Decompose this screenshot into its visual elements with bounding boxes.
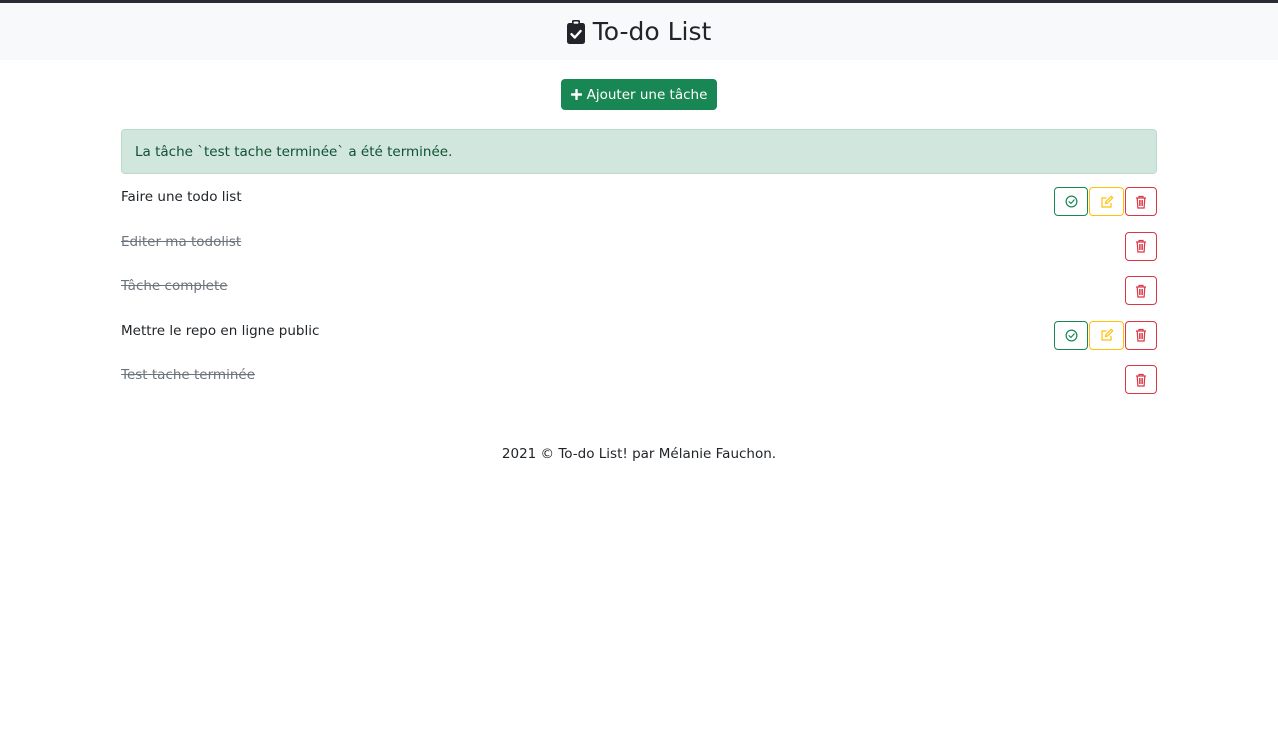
trash-icon bbox=[1135, 328, 1147, 342]
task-label: Test tache terminée bbox=[121, 367, 255, 384]
delete-task-button[interactable] bbox=[1125, 231, 1157, 261]
page-header: To-do List bbox=[0, 3, 1278, 60]
task-actions bbox=[1054, 187, 1157, 216]
delete-task-button[interactable] bbox=[1125, 365, 1157, 395]
edit-task-button[interactable] bbox=[1089, 320, 1124, 350]
pencil-square-icon bbox=[1100, 328, 1114, 342]
check-circle-icon bbox=[1064, 329, 1078, 342]
delete-task-button[interactable] bbox=[1125, 276, 1157, 306]
complete-task-button[interactable] bbox=[1054, 320, 1088, 350]
trash-icon bbox=[1135, 284, 1147, 298]
plus-icon bbox=[570, 89, 582, 100]
add-task-row: Ajouter une tâche bbox=[121, 79, 1157, 110]
clipboard-check-icon bbox=[566, 20, 585, 44]
trash-icon bbox=[1135, 373, 1147, 387]
delete-task-button[interactable] bbox=[1125, 187, 1157, 216]
task-label: Faire une todo list bbox=[121, 189, 242, 205]
task-item: Mettre le repo en ligne public bbox=[121, 320, 1157, 366]
main-content: Ajouter une tâche La tâche `test tache t… bbox=[121, 79, 1157, 462]
pencil-square-icon bbox=[1100, 195, 1114, 209]
add-task-button[interactable]: Ajouter une tâche bbox=[560, 79, 718, 110]
complete-task-button[interactable] bbox=[1054, 187, 1088, 216]
task-actions bbox=[1054, 320, 1157, 350]
task-item: Test tache terminée bbox=[121, 365, 1157, 410]
task-actions bbox=[1125, 231, 1157, 261]
task-label: Tâche complete bbox=[121, 278, 228, 295]
task-item: Tâche complete bbox=[121, 276, 1157, 321]
task-item: Faire une todo list bbox=[121, 187, 1157, 232]
task-actions bbox=[1125, 276, 1157, 306]
page-footer: 2021 © To-do List! par Mélanie Fauchon. bbox=[501, 445, 777, 462]
success-alert: La tâche `test tache terminée` a été ter… bbox=[121, 129, 1157, 174]
task-label: Mettre le repo en ligne public bbox=[121, 322, 320, 339]
check-circle-icon bbox=[1064, 195, 1078, 208]
task-item: Editer ma todolist bbox=[121, 231, 1157, 277]
task-actions bbox=[1125, 365, 1157, 395]
title-group: To-do List bbox=[566, 17, 712, 46]
trash-icon bbox=[1135, 239, 1147, 253]
delete-task-button[interactable] bbox=[1125, 320, 1157, 350]
task-label: Editer ma todolist bbox=[121, 233, 242, 250]
page-title: To-do List bbox=[592, 17, 712, 46]
trash-icon bbox=[1135, 195, 1147, 209]
add-task-label: Ajouter une tâche bbox=[586, 86, 708, 103]
edit-task-button[interactable] bbox=[1089, 187, 1124, 216]
task-list: Faire une todo list Editer ma todolist T… bbox=[121, 187, 1157, 410]
